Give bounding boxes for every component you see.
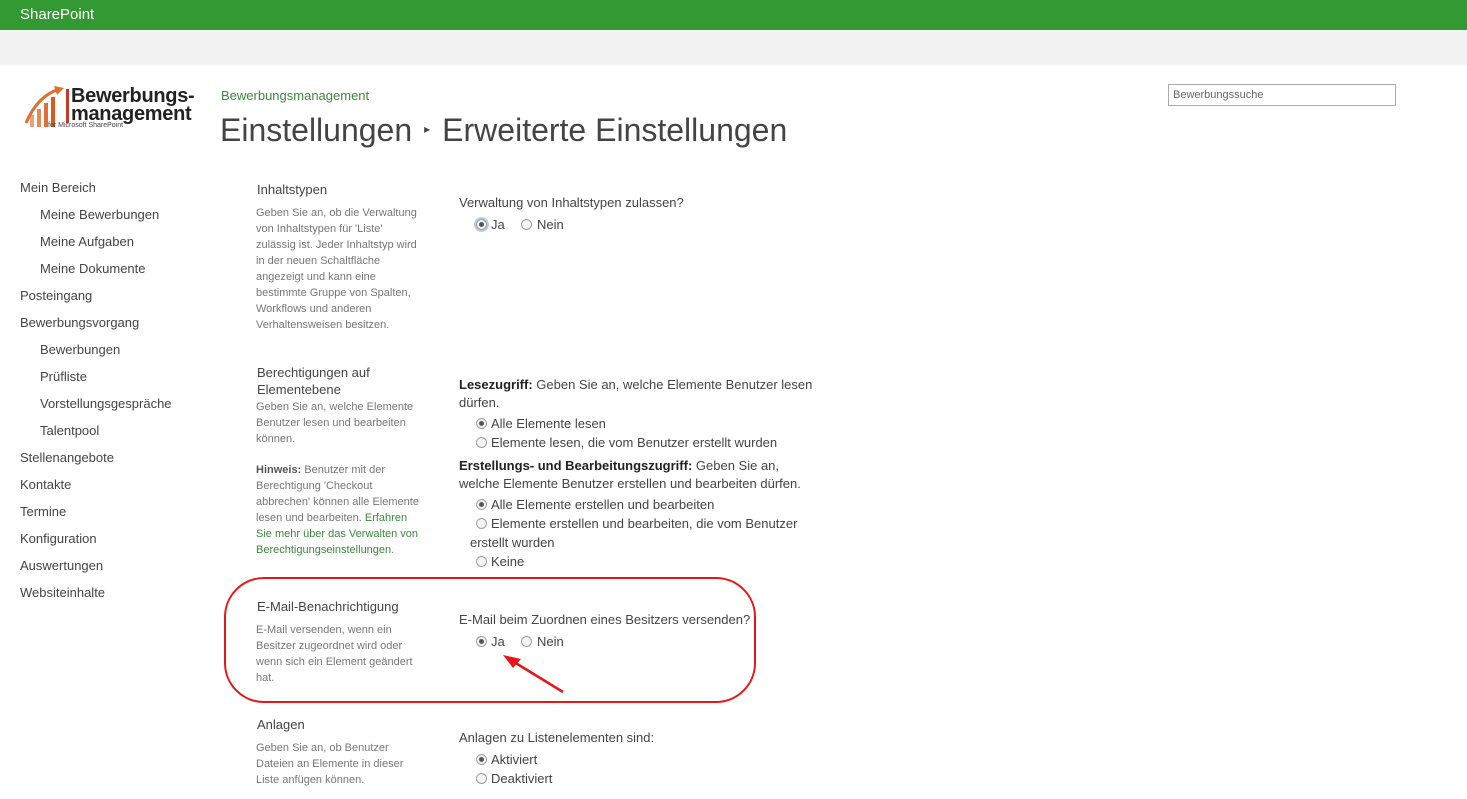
- suite-bar: SharePoint: [0, 0, 1467, 30]
- site-breadcrumb-link[interactable]: Bewerbungsmanagement: [221, 88, 369, 103]
- nav-item-kontakte[interactable]: Kontakte: [20, 477, 71, 492]
- hint-label: Hinweis:: [256, 464, 302, 476]
- site-logo[interactable]: Bewerbungs- management for Microsoft Sha…: [24, 85, 204, 133]
- logo-subtitle: for Microsoft SharePoint: [48, 122, 124, 129]
- learn-more-link[interactable]: Erfahren: [365, 512, 407, 524]
- radio-attachments-on[interactable]: [476, 754, 487, 765]
- radio-label-edit-none[interactable]: Keine: [491, 554, 524, 569]
- nav-item-mein-bereich[interactable]: Mein Bereich: [20, 180, 96, 195]
- desc-line: Geben Sie an, ob Benutzer: [256, 742, 389, 754]
- desc-line: Benutzer lesen und bearbeiten: [256, 417, 406, 429]
- desc-line: Geben Sie an, ob die Verwaltung: [256, 207, 417, 219]
- section-hint-item-permissions: Hinweis: Benutzer mit der Berechtigung '…: [256, 462, 431, 558]
- desc-line: zulässig ist. Jeder Inhaltstyp wird: [256, 239, 417, 251]
- radio-edit-own[interactable]: [476, 518, 487, 529]
- edit-access-prompt: Erstellungs- und Bearbeitungszugriff: Ge…: [459, 457, 819, 493]
- nav-item-websiteinhalte[interactable]: Websiteinhalte: [20, 585, 105, 600]
- page-title-part2: Erweiterte Einstellungen: [442, 112, 788, 148]
- radio-label-content-types-no[interactable]: Nein: [537, 217, 564, 232]
- section-desc-item-permissions: Geben Sie an, welche Elemente Benutzer l…: [256, 399, 431, 447]
- logo-text-line2: management: [71, 103, 192, 125]
- nav-item-konfiguration[interactable]: Konfiguration: [20, 531, 97, 546]
- radio-label-attachments-on[interactable]: Aktiviert: [491, 752, 537, 767]
- hint-line: Benutzer mit der: [301, 464, 385, 476]
- radio-label-read-own[interactable]: Elemente lesen, die vom Benutzer erstell…: [491, 435, 777, 450]
- desc-line: Workflows und anderen: [256, 303, 372, 315]
- ribbon-bar: [0, 30, 1467, 65]
- radio-content-types-no[interactable]: [521, 219, 532, 230]
- search-input[interactable]: [1168, 84, 1396, 106]
- breadcrumb-separator-icon: ▸: [424, 121, 431, 136]
- radio-label-read-all[interactable]: Alle Elemente lesen: [491, 416, 606, 431]
- hint-line: Berechtigung 'Checkout: [256, 480, 373, 492]
- radio-read-all[interactable]: [476, 418, 487, 429]
- nav-item-pruefliste[interactable]: Prüfliste: [40, 369, 87, 384]
- read-access-label: Lesezugriff:: [459, 377, 533, 392]
- title-line: Elementebene: [257, 382, 341, 397]
- radio-label-attachments-off[interactable]: Deaktiviert: [491, 771, 552, 786]
- annotation-highlight-box: [224, 577, 756, 703]
- radio-label-edit-all[interactable]: Alle Elemente erstellen und bearbeiten: [491, 497, 714, 512]
- nav-item-talentpool[interactable]: Talentpool: [40, 423, 99, 438]
- logo-divider: [66, 89, 69, 123]
- nav-item-stellenangebote[interactable]: Stellenangebote: [20, 450, 114, 465]
- section-title-attachments: Anlagen: [257, 717, 305, 732]
- title-line: Berechtigungen auf: [257, 365, 370, 380]
- sharepoint-brand-link[interactable]: SharePoint: [20, 6, 94, 23]
- radio-label-edit-own-line2[interactable]: erstellt wurden: [470, 535, 555, 550]
- nav-item-posteingang[interactable]: Posteingang: [20, 288, 92, 303]
- nav-item-vorstellungsgespraeche[interactable]: Vorstellungsgespräche: [40, 396, 172, 411]
- learn-more-link[interactable]: Sie mehr über das Verwalten von: [256, 526, 431, 542]
- radio-read-own[interactable]: [476, 437, 487, 448]
- read-access-prompt: Lesezugriff: Geben Sie an, welche Elemen…: [459, 376, 819, 412]
- hint-end: .: [391, 544, 395, 556]
- page-title-part1[interactable]: Einstellungen: [220, 112, 412, 148]
- page-title: Einstellungen ▸ Erweiterte Einstellungen: [220, 112, 787, 149]
- radio-edit-all[interactable]: [476, 499, 487, 510]
- desc-line: können.: [256, 433, 296, 445]
- question-content-types: Verwaltung von Inhaltstypen zulassen?: [459, 195, 684, 210]
- desc-line: Verhaltensweisen besitzen.: [256, 319, 390, 331]
- question-attachments: Anlagen zu Listenelementen sind:: [459, 730, 655, 745]
- desc-line: angezeigt und kann eine: [256, 271, 376, 283]
- learn-more-link[interactable]: Berechtigungseinstellungen: [256, 544, 391, 556]
- desc-line: von Inhaltstypen für 'Liste': [256, 223, 383, 235]
- hint-line: abbrechen' können alle Elemente: [256, 496, 419, 508]
- nav-item-bewerbungen[interactable]: Bewerbungen: [40, 342, 120, 357]
- desc-line: Dateien an Elemente in dieser: [256, 758, 404, 770]
- hint-line: lesen und bearbeiten.: [256, 512, 365, 524]
- radio-edit-none[interactable]: [476, 556, 487, 567]
- nav-item-auswertungen[interactable]: Auswertungen: [20, 558, 103, 573]
- section-title-content-types: Inhaltstypen: [257, 182, 328, 197]
- desc-line: Geben Sie an, welche Elemente: [256, 401, 414, 413]
- edit-access-label: Erstellungs- und Bearbeitungszugriff:: [459, 458, 693, 473]
- desc-line: Liste anfügen können.: [256, 774, 365, 786]
- nav-item-termine[interactable]: Termine: [20, 504, 66, 519]
- radio-content-types-yes[interactable]: [476, 219, 487, 230]
- nav-item-meine-aufgaben[interactable]: Meine Aufgaben: [40, 234, 134, 249]
- radio-label-content-types-yes[interactable]: Ja: [491, 217, 505, 232]
- radio-attachments-off[interactable]: [476, 773, 487, 784]
- nav-item-bewerbungsvorgang[interactable]: Bewerbungsvorgang: [20, 315, 139, 330]
- section-desc-attachments: Geben Sie an, ob Benutzer Dateien an Ele…: [256, 740, 431, 788]
- nav-item-meine-bewerbungen[interactable]: Meine Bewerbungen: [40, 207, 159, 222]
- nav-item-meine-dokumente[interactable]: Meine Dokumente: [40, 261, 146, 276]
- desc-line: bestimmte Gruppe von Spalten,: [256, 287, 411, 299]
- section-desc-content-types: Geben Sie an, ob die Verwaltung von Inha…: [256, 205, 431, 333]
- section-title-item-permissions: Berechtigungen auf Elementebene: [257, 364, 370, 398]
- desc-line: in der neuen Schaltfläche: [256, 255, 381, 267]
- radio-label-edit-own-line1[interactable]: Elemente erstellen und bearbeiten, die v…: [491, 516, 797, 531]
